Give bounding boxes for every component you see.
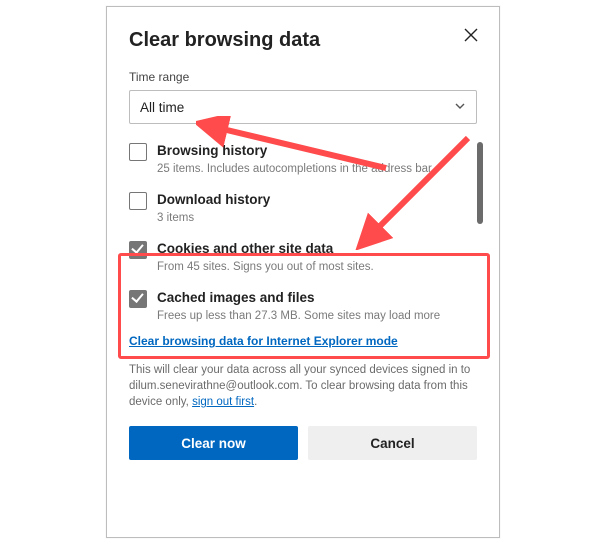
sign-out-link[interactable]: sign out first	[192, 396, 254, 408]
options-list: Browsing history 25 items. Includes auto…	[129, 142, 477, 324]
ie-mode-link[interactable]: Clear browsing data for Internet Explore…	[129, 334, 398, 348]
option-sub: Frees up less than 27.3 MB. Some sites m…	[157, 309, 440, 324]
sync-note: This will clear your data across all you…	[129, 362, 477, 410]
option-label: Browsing history	[157, 142, 434, 160]
sync-suffix: .	[254, 396, 257, 408]
sync-prefix: This will clear your data across all you…	[129, 364, 470, 376]
option-cookies: Cookies and other site data From 45 site…	[129, 240, 461, 275]
option-label: Cookies and other site data	[157, 240, 374, 258]
checkbox-download-history[interactable]	[129, 192, 147, 210]
time-range-value: All time	[140, 100, 184, 115]
clear-now-button[interactable]: Clear now	[129, 426, 298, 460]
option-label: Cached images and files	[157, 289, 440, 307]
time-range-select[interactable]: All time	[129, 90, 477, 124]
close-icon[interactable]	[459, 23, 483, 47]
scrollbar[interactable]	[477, 142, 483, 224]
option-browsing-history: Browsing history 25 items. Includes auto…	[129, 142, 461, 177]
sync-email: dilum.senevirathne@outlook.com	[129, 380, 299, 392]
option-download-history: Download history 3 items	[129, 191, 461, 226]
checkbox-cookies[interactable]	[129, 241, 147, 259]
checkbox-browsing-history[interactable]	[129, 143, 147, 161]
ie-mode-link-row: Clear browsing data for Internet Explore…	[129, 334, 477, 348]
button-row: Clear now Cancel	[129, 426, 477, 460]
option-cached: Cached images and files Frees up less th…	[129, 289, 461, 324]
option-sub: 3 items	[157, 211, 270, 226]
chevron-down-icon	[454, 100, 466, 115]
option-label: Download history	[157, 191, 270, 209]
option-sub: 25 items. Includes autocompletions in th…	[157, 162, 434, 177]
option-sub: From 45 sites. Signs you out of most sit…	[157, 260, 374, 275]
dialog-title: Clear browsing data	[129, 29, 477, 52]
checkbox-cached[interactable]	[129, 290, 147, 308]
time-range-label: Time range	[129, 70, 477, 84]
cancel-button[interactable]: Cancel	[308, 426, 477, 460]
dialog-window: Clear browsing data Time range All time …	[106, 6, 500, 538]
